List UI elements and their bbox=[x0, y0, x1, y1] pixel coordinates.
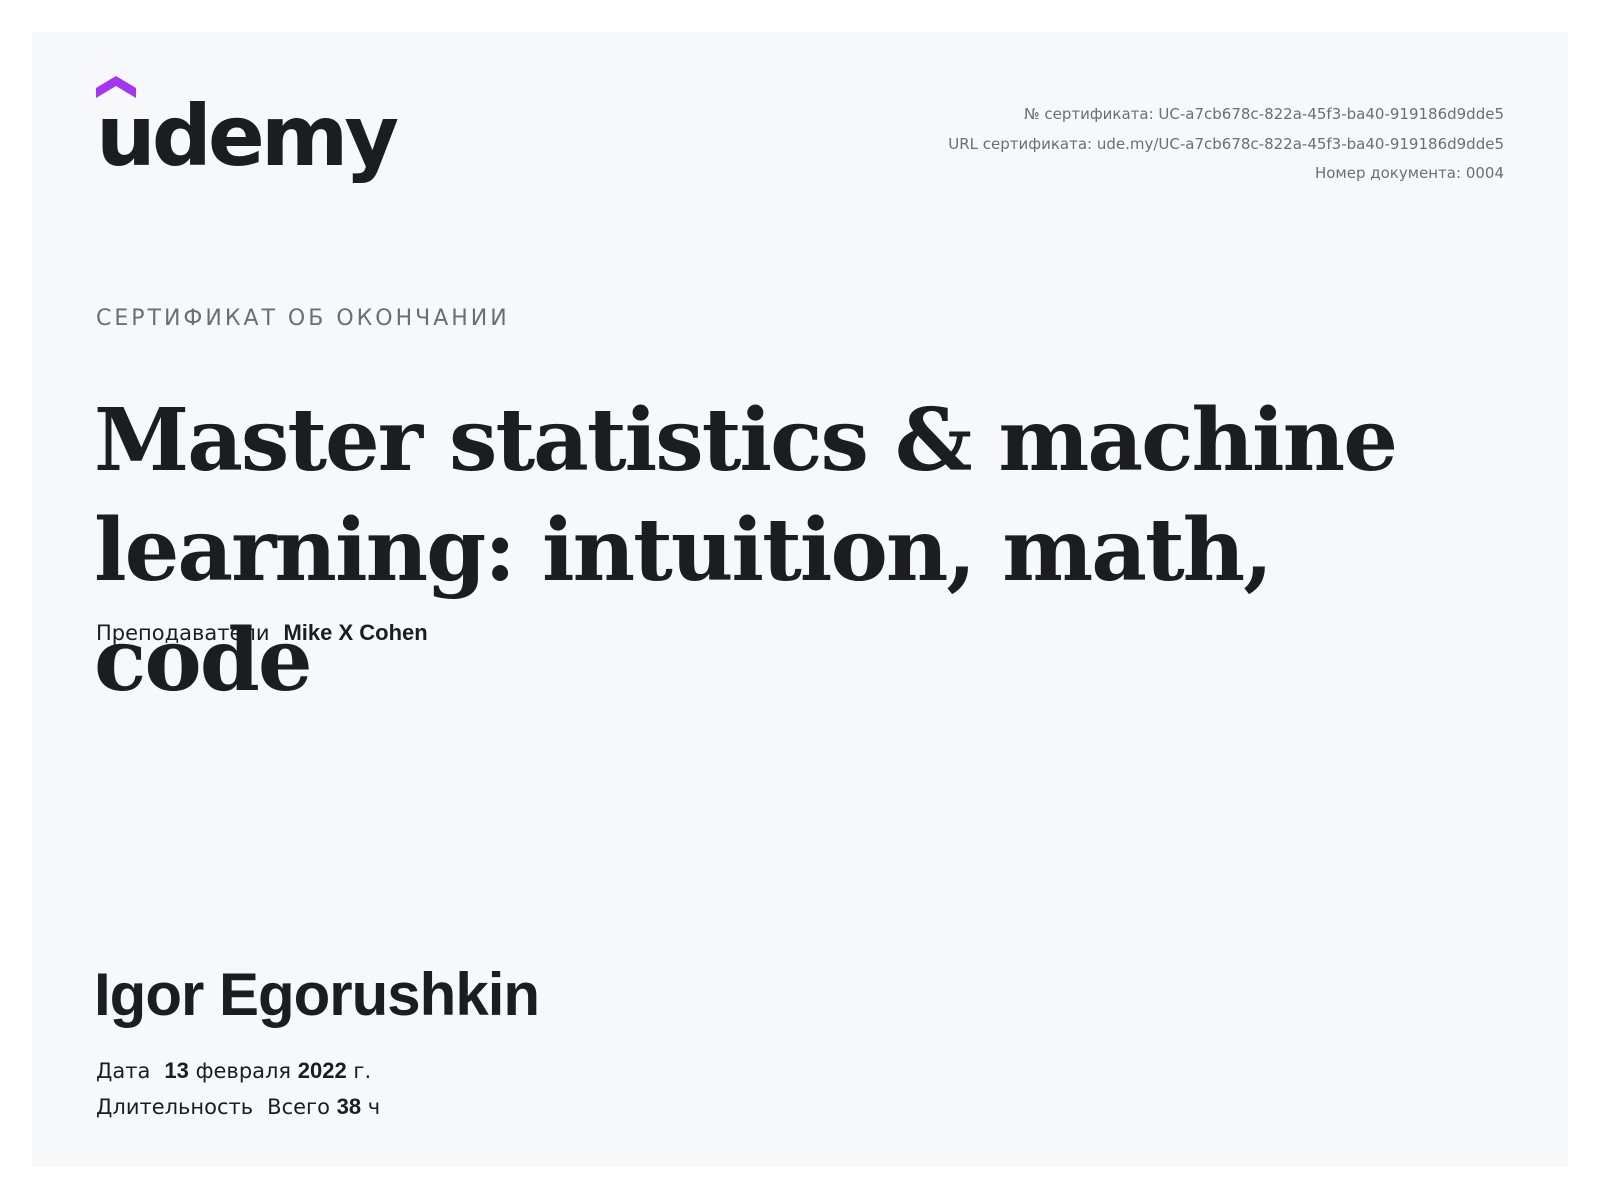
date-suffix: г. bbox=[353, 1059, 372, 1083]
duration-label: Длительность bbox=[96, 1095, 254, 1119]
course-duration: Длительность Всего 38 ч bbox=[96, 1094, 380, 1120]
instructors-label: Преподаватели bbox=[96, 621, 270, 645]
date-year: 2022 bbox=[297, 1058, 347, 1083]
date-month: февраля bbox=[195, 1059, 292, 1083]
duration-hours: 38 bbox=[336, 1094, 362, 1119]
instructors-line: Преподаватели Mike X Cohen bbox=[96, 620, 428, 646]
logo-wordmark: udemy bbox=[96, 76, 399, 178]
udemy-logo: udemy bbox=[96, 76, 399, 178]
certificate-number: № сертификата: UC-a7cb678c-822a-45f3-ba4… bbox=[1024, 105, 1504, 123]
certificate-sheet: udemy № сертификата: UC-a7cb678c-822a-45… bbox=[32, 32, 1568, 1166]
instructor-name: Mike X Cohen bbox=[283, 620, 428, 645]
certificate-meta: № сертификата: UC-a7cb678c-822a-45f3-ba4… bbox=[948, 100, 1504, 189]
duration-prefix: Всего bbox=[267, 1095, 330, 1119]
certificate-url[interactable]: URL сертификата: ude.my/UC-a7cb678c-822a… bbox=[948, 130, 1504, 160]
date-label: Дата bbox=[96, 1059, 151, 1083]
logo-chevron-icon bbox=[96, 76, 136, 98]
date-day: 13 bbox=[164, 1058, 189, 1083]
student-name: Igor Egorushkin bbox=[94, 961, 540, 1028]
completion-date: Дата 13 февраля 2022 г. bbox=[96, 1058, 371, 1084]
document-number: Номер документа: 0004 bbox=[1314, 164, 1504, 182]
duration-unit: ч bbox=[367, 1095, 381, 1119]
logo-text: udemy bbox=[96, 87, 399, 185]
course-title: Master statistics & machine learning: in… bbox=[94, 390, 1398, 711]
certificate-heading: СЕРТИФИКАТ ОБ ОКОНЧАНИИ bbox=[96, 306, 510, 331]
